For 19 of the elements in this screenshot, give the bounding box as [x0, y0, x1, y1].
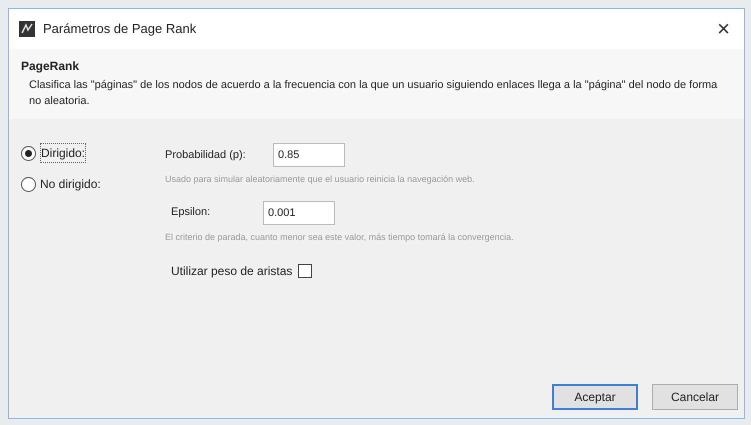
app-logo-icon: [19, 21, 35, 37]
help-text: El criterio de parada, cuanto menor sea este valor, más tiempo tomará la convergencia.: [165, 230, 514, 244]
checkbox[interactable]: [298, 264, 312, 278]
accept-button[interactable]: Aceptar: [552, 384, 638, 410]
parameter-field[interactable]: 0.001: [263, 200, 335, 224]
radio-label: No dirigido:: [40, 176, 101, 193]
parameter-label: Epsilon:: [170, 205, 212, 220]
window-title: Parámetros de Page Rank: [43, 20, 196, 38]
radio-button[interactable]: [21, 176, 36, 192]
radio-label: Dirigido:: [40, 143, 86, 163]
radio-button[interactable]: [21, 146, 36, 160]
help-text: Usado para simular aleatoriamente que el usuario reinicia la navegación web.: [165, 173, 476, 186]
description-text: Clasifica las "páginas" de los nodos de acuerdo a la frecuencia con la que un usuario siguiendo enlaces llega a la "página" del nodo de forma no aleatoria.: [28, 78, 718, 109]
parameter-label: Probabilidad (p):: [165, 148, 247, 163]
section-title: PageRank: [21, 58, 80, 75]
cancel-button[interactable]: Cancelar: [652, 384, 738, 410]
parameter-field[interactable]: 0.85: [273, 143, 345, 167]
checkbox-label: Utilizar peso de aristas: [171, 263, 292, 280]
close-button[interactable]: ×: [713, 18, 734, 40]
